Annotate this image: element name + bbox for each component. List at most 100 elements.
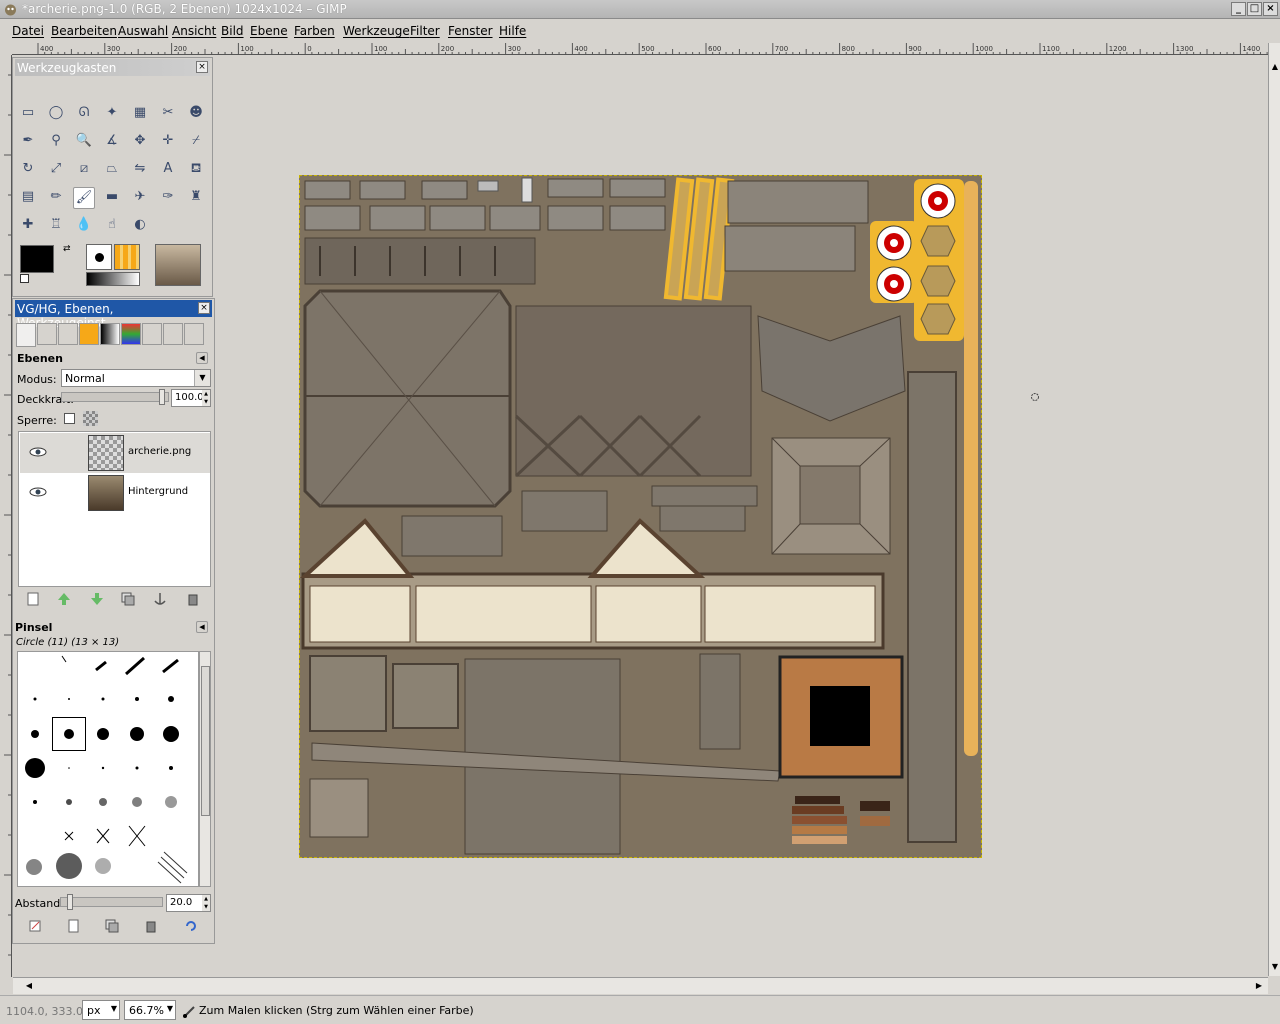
active-image-thumbnail[interactable]: [155, 244, 201, 286]
heal-icon[interactable]: ✚: [17, 215, 39, 237]
vertical-ruler[interactable]: [0, 55, 12, 977]
opacity-slider-handle[interactable]: [159, 389, 165, 405]
smudge-icon[interactable]: ☝: [101, 215, 123, 237]
ellipse-select-icon[interactable]: ◯: [45, 103, 67, 125]
menu-bearbeiten[interactable]: Bearbeiten: [51, 24, 117, 38]
spacing-input[interactable]: 20.0 ▲ ▼: [166, 894, 211, 912]
scale-icon[interactable]: ⤢: [45, 159, 67, 181]
move-icon[interactable]: ✥: [129, 131, 151, 153]
image-canvas[interactable]: [299, 175, 982, 858]
brush-indicator[interactable]: [86, 244, 112, 270]
tab-channels[interactable]: [37, 323, 57, 345]
anchor-layer-icon[interactable]: [153, 592, 167, 606]
pencil-icon[interactable]: ✏: [45, 187, 67, 209]
menu-ebene[interactable]: Ebene: [250, 24, 288, 38]
new-brush-icon[interactable]: [66, 919, 80, 933]
scissors-icon[interactable]: ✂: [157, 103, 179, 125]
menu-hilfe[interactable]: Hilfe: [499, 24, 526, 38]
tab-patterns[interactable]: [79, 323, 99, 345]
airbrush-icon[interactable]: ✈: [129, 187, 151, 209]
rect-select-icon[interactable]: ▭: [17, 103, 39, 125]
select-by-color-icon[interactable]: ▦: [129, 103, 151, 125]
crop-icon[interactable]: ⌿: [185, 131, 207, 153]
mode-select[interactable]: Normal ▼: [61, 369, 211, 387]
spin-arrows-icon[interactable]: ▲ ▼: [202, 895, 210, 911]
tab-palettes[interactable]: [121, 323, 141, 345]
brush-scroll-thumb[interactable]: [201, 666, 210, 816]
maximize-button[interactable]: □: [1247, 2, 1262, 16]
perspective-clone-icon[interactable]: ♖: [45, 215, 67, 237]
scroll-down-arrow-icon[interactable]: ▼: [1269, 961, 1280, 973]
align-icon[interactable]: ✛: [157, 131, 179, 153]
paintbrush-icon[interactable]: 🖌: [73, 187, 95, 209]
menu-bild[interactable]: Bild: [221, 24, 244, 38]
paths-icon[interactable]: ✒: [17, 131, 39, 153]
menu-ansicht[interactable]: Ansicht: [172, 24, 216, 38]
perspective-icon[interactable]: ⏢: [101, 159, 123, 181]
scroll-right-arrow-icon[interactable]: ▶: [1253, 980, 1265, 992]
ink-icon[interactable]: ✑: [157, 187, 179, 209]
menu-filter[interactable]: Filter: [410, 24, 440, 38]
rotate-icon[interactable]: ↻: [17, 159, 39, 181]
selected-brush-cell[interactable]: [52, 717, 86, 751]
tab-images[interactable]: [184, 323, 204, 345]
blend-icon[interactable]: ▤: [17, 187, 39, 209]
eraser-icon[interactable]: ▬: [101, 187, 123, 209]
tab-tool-options[interactable]: [163, 323, 183, 345]
foreground-select-icon[interactable]: ☻: [185, 103, 207, 125]
panel-menu-icon[interactable]: ◀: [196, 621, 208, 633]
brush-grid[interactable]: [17, 651, 199, 887]
lock-alpha-icon[interactable]: [83, 411, 98, 426]
opacity-input[interactable]: 100.0 ▲ ▼: [171, 389, 211, 407]
new-layer-icon[interactable]: [26, 592, 40, 606]
layer-row[interactable]: archerie.png: [20, 433, 210, 473]
clone-icon[interactable]: ♜: [185, 187, 207, 209]
zoom-icon[interactable]: 🔍: [73, 131, 95, 153]
spacing-slider[interactable]: [60, 897, 163, 907]
delete-layer-icon[interactable]: [186, 592, 200, 606]
bucket-fill-icon[interactable]: ⛾: [185, 159, 207, 181]
horizontal-ruler[interactable]: 400 300 200 100 0 100 200 300 400 500 600 700 800 900…: [12, 43, 1268, 55]
duplicate-brush-icon[interactable]: [105, 919, 119, 933]
panel-menu-icon[interactable]: ◀: [196, 352, 208, 364]
layer-row[interactable]: Hintergrund: [20, 473, 210, 513]
scroll-left-arrow-icon[interactable]: ◀: [23, 980, 35, 992]
fuzzy-select-icon[interactable]: ✦: [101, 103, 123, 125]
menu-datei[interactable]: Datei: [12, 24, 44, 38]
lower-layer-icon[interactable]: [90, 592, 104, 606]
delete-brush-icon[interactable]: [144, 919, 158, 933]
raise-layer-icon[interactable]: [57, 592, 71, 606]
menu-fenster[interactable]: Fenster: [448, 24, 493, 38]
lock-pixels-checkbox[interactable]: [64, 413, 75, 424]
brush-scrollbar[interactable]: [199, 651, 211, 887]
eye-icon[interactable]: [29, 447, 47, 457]
spin-arrows-icon[interactable]: ▲ ▼: [202, 390, 210, 406]
menu-auswahl[interactable]: Auswahl: [118, 24, 168, 38]
eye-icon[interactable]: [29, 487, 47, 497]
close-icon[interactable]: ×: [196, 61, 208, 73]
dodge-burn-icon[interactable]: ◐: [129, 215, 151, 237]
minimize-button[interactable]: _: [1231, 2, 1246, 16]
menu-werkzeuge[interactable]: Werkzeuge: [343, 24, 410, 38]
refresh-brushes-icon[interactable]: [184, 919, 198, 933]
pattern-indicator[interactable]: [114, 244, 140, 270]
gradient-indicator[interactable]: [86, 272, 140, 286]
vertical-scrollbar[interactable]: ▲ ▼: [1268, 43, 1280, 976]
swap-colors-icon[interactable]: ⇄: [63, 244, 71, 254]
tab-paths[interactable]: [58, 323, 78, 345]
zoom-select[interactable]: 66.7% ▼: [124, 1000, 176, 1020]
menu-farben[interactable]: Farben: [294, 24, 335, 38]
tab-gradients[interactable]: [100, 323, 120, 345]
horizontal-scrollbar[interactable]: ◀ ▶: [13, 977, 1268, 994]
duplicate-layer-icon[interactable]: [121, 592, 135, 606]
foreground-color-swatch[interactable]: [20, 245, 54, 273]
shear-icon[interactable]: ⧄: [73, 159, 95, 181]
free-select-icon[interactable]: ᘏ: [73, 103, 95, 125]
tab-undo[interactable]: [142, 323, 162, 345]
color-picker-icon[interactable]: ⚲: [45, 131, 67, 153]
text-icon[interactable]: A: [157, 159, 179, 181]
blur-icon[interactable]: 💧: [73, 215, 95, 237]
spacing-slider-handle[interactable]: [67, 894, 73, 910]
close-button[interactable]: ×: [1263, 2, 1278, 16]
measure-icon[interactable]: ∡: [101, 131, 123, 153]
